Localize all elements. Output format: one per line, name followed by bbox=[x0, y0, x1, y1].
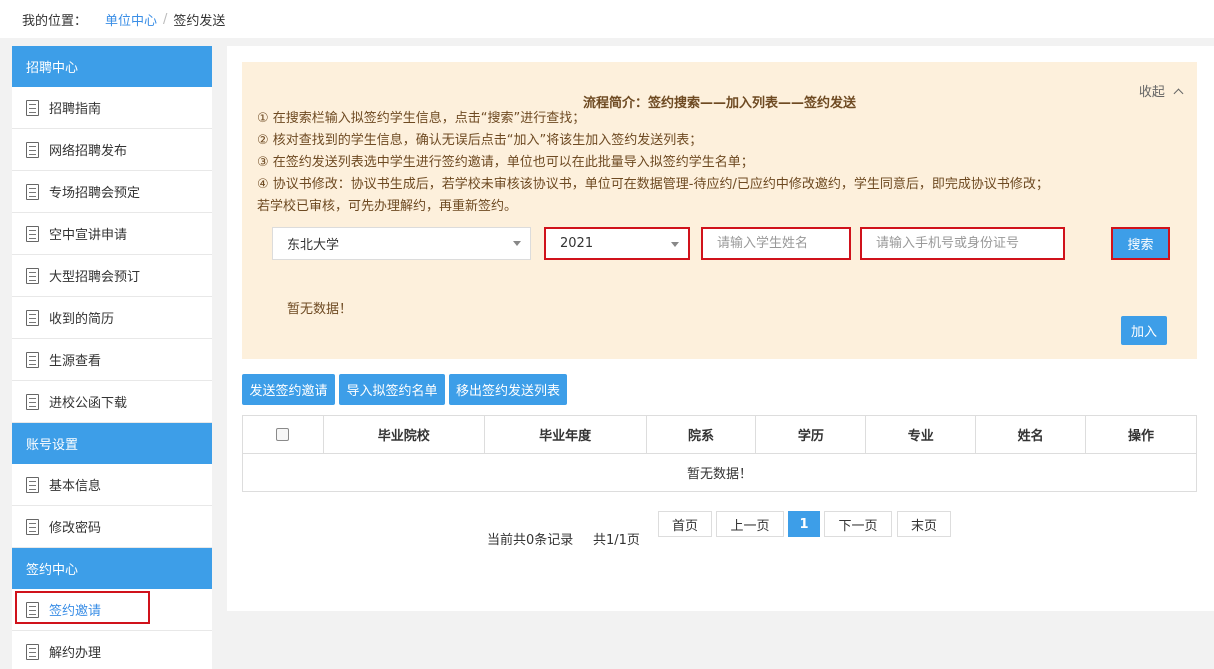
document-icon bbox=[26, 476, 39, 493]
sidebar-item-online-job-post[interactable]: 网络招聘发布 bbox=[12, 129, 212, 171]
sidebar-item-label: 修改密码 bbox=[49, 521, 102, 536]
sidebar-section-account[interactable]: 账号设置 bbox=[12, 423, 212, 464]
sidebar-item-label: 大型招聘会预订 bbox=[49, 270, 141, 285]
caret-down-icon bbox=[513, 241, 521, 246]
sidebar-section-recruitment[interactable]: 招聘中心 bbox=[12, 46, 212, 87]
breadcrumb-label: 我的位置： bbox=[22, 13, 88, 29]
sidebar-item-label: 招聘指南 bbox=[49, 102, 102, 117]
sidebar-item-recruitment-guide[interactable]: 招聘指南 bbox=[12, 87, 212, 129]
next-page-button[interactable]: 下一页 bbox=[824, 511, 892, 537]
select-all-cell bbox=[242, 415, 324, 454]
table-empty-text: 暂无数据！ bbox=[242, 453, 1197, 492]
breadcrumb-separator: / bbox=[163, 11, 168, 27]
year-select[interactable]: 2021 bbox=[544, 227, 690, 260]
sidebar-item-label: 生源查看 bbox=[49, 354, 102, 369]
step-2: ② 核对查找到的学生信息，确认无误后点击“加入”将该生加入签约发送列表； bbox=[257, 133, 703, 148]
sidebar-item-label: 网络招聘发布 bbox=[49, 144, 128, 159]
table-row: 暂无数据！ bbox=[242, 453, 1197, 492]
sidebar-item-basic-info[interactable]: 基本信息 bbox=[12, 464, 212, 506]
document-icon bbox=[26, 351, 39, 368]
record-count: 当前共0条记录 bbox=[487, 533, 574, 548]
sidebar-item-termination[interactable]: 解约办理 bbox=[12, 631, 212, 669]
col-department: 院系 bbox=[645, 415, 757, 454]
breadcrumb-link-unit-center[interactable]: 单位中心 bbox=[105, 10, 157, 29]
search-no-data: 暂无数据！ bbox=[287, 302, 353, 317]
step-4: ④ 协议书修改：协议书生成后，若学校未审核该协议书，单位可在数据管理-待应约/已… bbox=[257, 177, 1049, 192]
year-select-value: 2021 bbox=[560, 236, 594, 251]
col-name: 姓名 bbox=[975, 415, 1087, 454]
breadcrumb-current: 签约发送 bbox=[173, 13, 226, 29]
last-page-button[interactable]: 末页 bbox=[897, 511, 951, 537]
sidebar-item-label: 解约办理 bbox=[49, 646, 102, 661]
document-icon bbox=[26, 601, 39, 618]
sidebar-item-label: 基本信息 bbox=[49, 479, 102, 494]
col-action: 操作 bbox=[1085, 415, 1197, 454]
document-icon bbox=[26, 183, 39, 200]
main-content: 流程简介：签约搜索——加入列表——签约发送 收起 ① 在搜索栏输入拟签约学生信息… bbox=[227, 46, 1214, 611]
process-notice-panel: 流程简介：签约搜索——加入列表——签约发送 收起 ① 在搜索栏输入拟签约学生信息… bbox=[242, 62, 1197, 359]
sidebar-item-job-fair-booking[interactable]: 专场招聘会预定 bbox=[12, 171, 212, 213]
process-steps: ① 在搜索栏输入拟签约学生信息，点击“搜索”进行查找； ② 核对查找到的学生信息… bbox=[257, 108, 1049, 218]
sidebar-item-student-source[interactable]: 生源查看 bbox=[12, 339, 212, 381]
sidebar: 招聘中心 招聘指南 网络招聘发布 专场招聘会预定 空中宣讲申请 大型招聘会预订 … bbox=[12, 46, 212, 669]
col-year: 毕业年度 bbox=[483, 415, 647, 454]
sidebar-item-change-password[interactable]: 修改密码 bbox=[12, 506, 212, 548]
breadcrumb: 我的位置： 单位中心 / 签约发送 bbox=[0, 0, 1214, 38]
prev-page-button[interactable]: 上一页 bbox=[716, 511, 784, 537]
sidebar-item-label: 空中宣讲申请 bbox=[49, 228, 128, 243]
sidebar-item-campus-letter[interactable]: 进校公函下载 bbox=[12, 381, 212, 423]
caret-down-icon bbox=[671, 242, 679, 247]
signing-list-table: 毕业院校 毕业年度 院系 学历 专业 姓名 操作 暂无数据！ bbox=[242, 415, 1197, 492]
sidebar-item-online-presentation[interactable]: 空中宣讲申请 bbox=[12, 213, 212, 255]
document-icon bbox=[26, 518, 39, 535]
document-icon bbox=[26, 267, 39, 284]
document-icon bbox=[26, 225, 39, 242]
send-invitation-button[interactable]: 发送签约邀请 bbox=[242, 374, 335, 405]
document-icon bbox=[26, 643, 39, 660]
school-select-value: 东北大学 bbox=[287, 238, 340, 253]
phone-or-id-input[interactable] bbox=[860, 227, 1065, 260]
sidebar-item-label: 收到的简历 bbox=[49, 312, 115, 327]
document-icon bbox=[26, 99, 39, 116]
page-count: 共1/1页 bbox=[593, 533, 640, 548]
sidebar-section-signing[interactable]: 签约中心 bbox=[12, 548, 212, 589]
step-4-note: 若学校已审核，可先办理解约，再重新签约。 bbox=[257, 199, 518, 214]
document-icon bbox=[26, 141, 39, 158]
sidebar-item-label: 进校公函下载 bbox=[49, 396, 128, 411]
school-select[interactable]: 东北大学 bbox=[272, 227, 531, 260]
step-3: ③ 在签约发送列表选中学生进行签约邀请，单位也可以在此批量导入拟签约学生名单； bbox=[257, 155, 754, 170]
remove-from-list-button[interactable]: 移出签约发送列表 bbox=[449, 374, 567, 405]
step-1: ① 在搜索栏输入拟签约学生信息，点击“搜索”进行查找； bbox=[257, 111, 586, 126]
col-degree: 学历 bbox=[755, 415, 867, 454]
table-header-row: 毕业院校 毕业年度 院系 学历 专业 姓名 操作 bbox=[242, 415, 1197, 454]
col-school: 毕业院校 bbox=[322, 415, 485, 454]
sidebar-item-label: 专场招聘会预定 bbox=[49, 186, 141, 201]
col-major: 专业 bbox=[865, 415, 977, 454]
chevron-up-icon bbox=[1173, 88, 1184, 99]
add-button[interactable]: 加入 bbox=[1121, 316, 1167, 345]
search-button[interactable]: 搜索 bbox=[1111, 227, 1170, 260]
collapse-toggle[interactable]: 收起 bbox=[1138, 81, 1184, 100]
sidebar-item-large-job-fair[interactable]: 大型招聘会预订 bbox=[12, 255, 212, 297]
collapse-label: 收起 bbox=[1138, 85, 1165, 100]
sidebar-item-received-resumes[interactable]: 收到的简历 bbox=[12, 297, 212, 339]
student-name-input[interactable] bbox=[701, 227, 851, 260]
current-page-button[interactable]: 1 bbox=[788, 511, 820, 537]
sidebar-item-signing-invitation[interactable]: 签约邀请 bbox=[12, 589, 212, 631]
first-page-button[interactable]: 首页 bbox=[658, 511, 712, 537]
document-icon bbox=[26, 309, 39, 326]
import-list-button[interactable]: 导入拟签约名单 bbox=[339, 374, 445, 405]
select-all-checkbox[interactable] bbox=[276, 428, 290, 441]
document-icon bbox=[26, 393, 39, 410]
